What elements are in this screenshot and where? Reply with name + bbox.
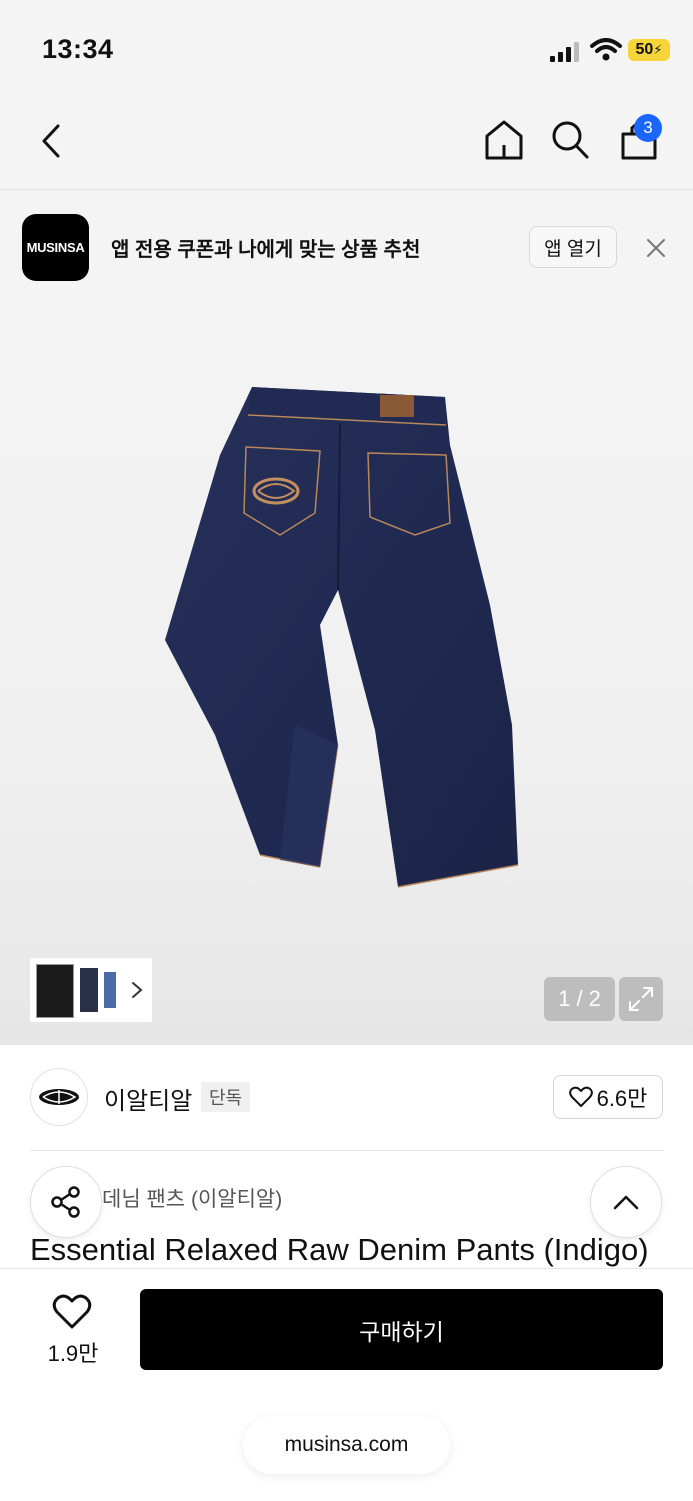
share-button[interactable] xyxy=(30,1166,102,1238)
heart-icon xyxy=(568,1086,593,1107)
browser-url-pill[interactable]: musinsa.com xyxy=(243,1416,450,1474)
musinsa-logo: MUSINSA xyxy=(22,214,89,281)
divider xyxy=(30,1150,663,1151)
search-icon[interactable] xyxy=(550,119,590,161)
wifi-icon xyxy=(590,38,622,61)
charging-icon: ⚡ xyxy=(653,42,663,57)
product-category[interactable]: 데님 팬츠 (이알티알) xyxy=(102,1183,282,1213)
status-time: 13:34 xyxy=(42,34,114,64)
home-icon[interactable] xyxy=(483,118,525,162)
brand-like-button[interactable]: 6.6만 xyxy=(553,1075,663,1119)
chevron-right-icon[interactable] xyxy=(130,980,144,1000)
expand-icon[interactable] xyxy=(619,977,663,1021)
image-thumbnails-strip[interactable] xyxy=(30,958,152,1022)
image-page-counter: 1 / 2 xyxy=(544,977,615,1021)
buy-button[interactable]: 구매하기 xyxy=(140,1289,663,1370)
thumbnail-black-jeans[interactable] xyxy=(36,964,74,1018)
back-chevron-icon[interactable] xyxy=(36,122,70,160)
product-image-jeans xyxy=(165,387,519,888)
wishlist-count: 1.9만 xyxy=(47,1341,99,1366)
battery-indicator: 50 ⚡ xyxy=(628,39,670,61)
share-icon xyxy=(51,1186,80,1218)
thumbnail-indigo-jeans[interactable] xyxy=(80,968,98,1012)
product-title: Essential Relaxed Raw Denim Pants (Indig… xyxy=(30,1232,649,1267)
close-icon[interactable] xyxy=(644,236,668,260)
brand-name[interactable]: 이알티알 xyxy=(104,1081,192,1116)
brand-emblem-icon xyxy=(39,1089,79,1105)
cart-count-badge[interactable]: 3 xyxy=(634,114,662,142)
banner-message: 앱 전용 쿠폰과 나에게 맞는 상품 추천 xyxy=(111,239,421,261)
battery-level: 50 xyxy=(635,41,654,58)
exclusive-badge: 단독 xyxy=(201,1082,251,1112)
open-app-button[interactable]: 앱 열기 xyxy=(529,226,617,268)
thumbnail-blue-jeans[interactable] xyxy=(104,972,116,1008)
cellular-signal-icon xyxy=(550,42,579,62)
wishlist-heart-icon[interactable] xyxy=(52,1294,92,1330)
brand-like-count: 6.6만 xyxy=(596,1086,648,1111)
chevron-up-icon xyxy=(613,1195,639,1210)
scroll-up-button[interactable] xyxy=(590,1166,662,1238)
brand-logo[interactable] xyxy=(30,1068,88,1126)
